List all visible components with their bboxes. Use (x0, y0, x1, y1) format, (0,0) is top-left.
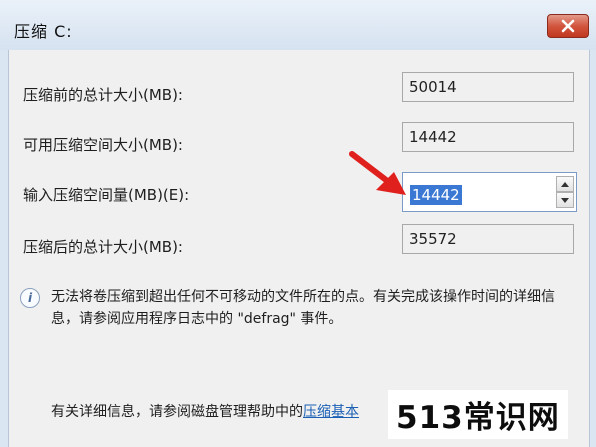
total-size-after-value: 35572 (402, 224, 574, 254)
close-icon (561, 19, 575, 33)
arrow-annotation-icon (349, 151, 406, 195)
window-title: 压缩 C: (14, 22, 73, 41)
spin-down-button[interactable] (556, 192, 574, 208)
shrink-amount-stepper[interactable]: 14442 (402, 172, 577, 212)
help-prefix: 有关详细信息，请参阅磁盘管理帮助中的 (51, 404, 303, 420)
help-line: 有关详细信息，请参阅磁盘管理帮助中的压缩基本 (51, 401, 359, 421)
info-icon: i (20, 288, 40, 308)
chevron-up-icon (561, 181, 569, 187)
dialog-body: 压缩前的总计大小(MB): 50014 可用压缩空间大小(MB): 14442 … (8, 50, 590, 447)
spin-up-button[interactable] (556, 176, 574, 192)
total-size-after-label: 压缩后的总计大小(MB): (23, 238, 183, 256)
help-link-shrink-basic[interactable]: 压缩基本 (303, 404, 359, 420)
close-button[interactable] (547, 14, 589, 38)
site-watermark: 513常识网 (388, 390, 568, 439)
chevron-down-icon (561, 197, 569, 203)
available-shrink-label: 可用压缩空间大小(MB): (23, 136, 183, 154)
info-message: 无法将卷压缩到超出任何不可移动的文件所在的点。有关完成该操作时间的详细信息，请参… (51, 289, 555, 327)
total-size-before-value: 50014 (402, 72, 574, 102)
total-size-before-label: 压缩前的总计大小(MB): (23, 86, 183, 104)
available-shrink-value: 14442 (402, 122, 574, 152)
shrink-amount-selected-text: 14442 (410, 185, 462, 205)
shrink-amount-label: 输入压缩空间量(MB)(E): (23, 186, 190, 204)
shrink-amount-input[interactable]: 14442 (405, 176, 550, 208)
title-bar: 压缩 C: (0, 0, 596, 50)
